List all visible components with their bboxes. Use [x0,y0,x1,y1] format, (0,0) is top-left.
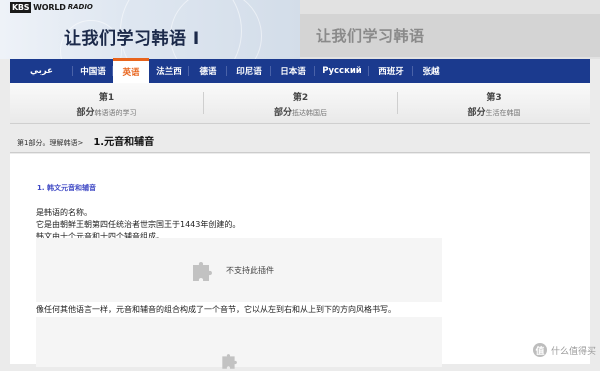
puzzle-icon [222,354,237,369]
kbs-world-radio-logo[interactable]: KBS WORLD RADIO [10,1,93,13]
step-desc: 抵达韩国后 [292,109,327,117]
step-part-3[interactable]: 第3 部分生活在韩国 [398,83,590,123]
nav-label: 法兰西 [156,67,182,77]
step-part-label: 部分 [273,108,292,118]
nav-item-chinese[interactable]: 中国语 [73,59,113,83]
nav-item-french[interactable]: 法兰西 [149,59,189,83]
puzzle-icon [193,262,212,281]
page-subtitle: 让我们学习韩语 [316,27,425,45]
nav-label: عربي [30,66,53,76]
language-nav: عربي 中国语 英语 法兰西 德语 印尼语 日本语 Русский 西班牙 张… [10,58,590,83]
nav-label: 中国语 [80,67,106,77]
step-part-label: 部分 [76,108,95,118]
nav-label: 英语 [122,68,140,78]
step-part-2[interactable]: 第2 部分抵达韩国后 [204,83,397,123]
nav-item-english[interactable]: 英语 [113,58,149,83]
watermark-text: 什么值得买 [550,346,596,357]
nav-item-spanish[interactable]: 西班牙 [369,59,413,83]
lesson-line-2: 它是由朝鲜王朝第四任统治者世宗国王于1443年创建的。 [36,220,241,229]
section-title: 1. 韩文元音和辅音 [37,184,96,192]
step-caption: 部分生活在韩国 [398,105,590,118]
breadcrumb: 第1部分。理解韩语> 1.元音和辅音 [17,133,154,148]
lesson-line-1: 是韩语的名称。 [36,208,92,217]
lesson-content: 1. 韩文元音和辅音 是韩语的名称。 它是由朝鲜王朝第四任统治者世宗国王于144… [10,154,590,369]
breadcrumb-parent-link[interactable]: 第1部分。理解韩语> [17,138,83,148]
watermark-icon: 值 [532,343,547,357]
step-desc: 韩语语的学习 [94,109,137,117]
nav-item-vietnamese[interactable]: 张越 [413,59,449,83]
step-desc: 生活在韩国 [485,109,521,117]
step-number: 第3 [486,93,502,103]
part-steps: 第1 部分韩语语的学习 第2 部分抵达韩国后 第3 部分生活在韩国 [10,83,590,124]
page-title: 让我们学习韩语 I [64,29,200,49]
site-header: KBS WORLD RADIO 让我们学习韩语 I 让我们学习韩语 [0,0,600,59]
step-part-label: 部分 [467,108,486,118]
nav-label: 日本语 [280,67,306,77]
nav-item-russian[interactable]: Русский [315,59,369,83]
step-part-1[interactable]: 第1 部分韩语语的学习 [10,83,203,123]
lesson-paragraph: 像任何其他语言一样，元音和辅音的组合构成了一个音节，它以从左到右和从上到下的方向… [36,305,396,314]
plugin-placeholder-2[interactable] [36,317,442,369]
divider [10,152,590,153]
nav-item-german[interactable]: 德语 [189,59,227,83]
nav-item-indonesian[interactable]: 印尼语 [227,59,271,83]
nav-label: 张越 [422,67,440,77]
nav-item-japanese[interactable]: 日本语 [271,59,315,83]
nav-label: 德语 [199,67,217,77]
breadcrumb-current: 1.元音和辅音 [93,137,155,148]
nav-label: Русский [322,66,362,76]
nav-label: 印尼语 [236,67,262,77]
nav-label: 西班牙 [378,67,404,77]
step-number: 第1 [98,93,115,103]
step-caption: 部分韩语语的学习 [10,105,203,118]
plugin-placeholder[interactable]: 不支持此插件 [36,238,442,302]
logo-kbs: KBS [10,1,32,13]
step-number: 第2 [292,93,309,103]
logo-radio: RADIO [67,3,93,11]
plugin-unsupported-text: 不支持此插件 [226,266,274,275]
logo-world: WORLD [33,2,66,12]
nav-item-arabic[interactable]: عربي [10,59,73,83]
watermark: 值 什么值得买 [532,343,596,357]
step-caption: 部分抵达韩国后 [204,105,397,118]
